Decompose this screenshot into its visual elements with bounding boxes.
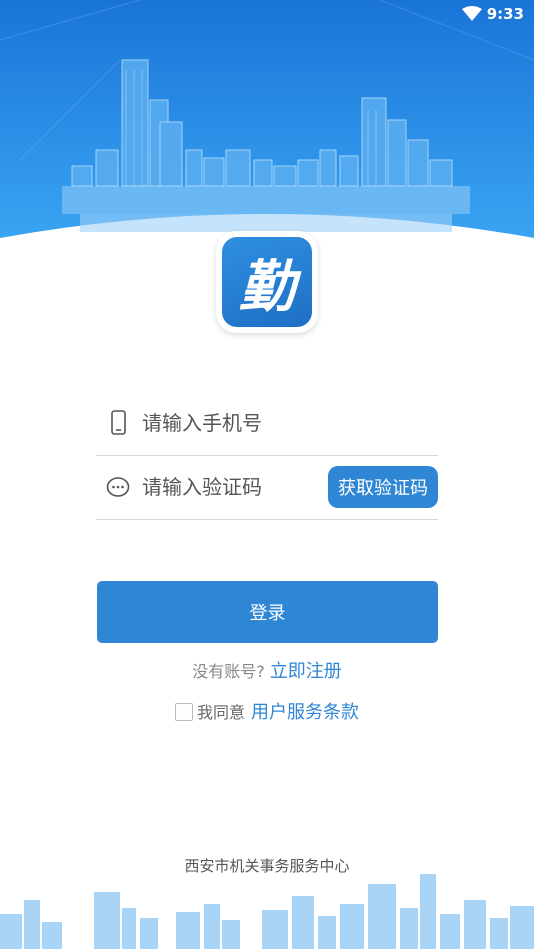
login-button[interactable]: 登录 bbox=[97, 581, 438, 643]
agree-prefix: 我同意 bbox=[196, 703, 245, 722]
status-time: 9:33 bbox=[486, 5, 524, 23]
phone-field bbox=[96, 392, 438, 456]
message-icon bbox=[106, 474, 130, 500]
code-input[interactable] bbox=[140, 466, 324, 508]
logo-character: 勤 bbox=[222, 237, 312, 327]
agreement-row: 我同意 用户服务条款 bbox=[0, 698, 534, 724]
get-code-button[interactable]: 获取验证码 bbox=[328, 466, 438, 508]
phone-input[interactable] bbox=[140, 402, 324, 444]
register-prompt: 没有账号? bbox=[192, 662, 265, 681]
wifi-icon bbox=[462, 6, 482, 26]
register-link[interactable]: 立即注册 bbox=[270, 661, 342, 682]
footer-org-name: 西安市机关事务服务中心 bbox=[184, 857, 350, 875]
register-row: 没有账号? 立即注册 bbox=[0, 657, 534, 683]
terms-link[interactable]: 用户服务条款 bbox=[251, 702, 359, 723]
agree-checkbox[interactable] bbox=[174, 703, 193, 721]
status-bar: 9:33 bbox=[0, 0, 534, 30]
app-logo: 勤 bbox=[216, 231, 318, 333]
footer-skyline-illustration bbox=[0, 874, 534, 949]
phone-icon bbox=[106, 410, 130, 436]
code-field: 获取验证码 bbox=[96, 456, 438, 520]
